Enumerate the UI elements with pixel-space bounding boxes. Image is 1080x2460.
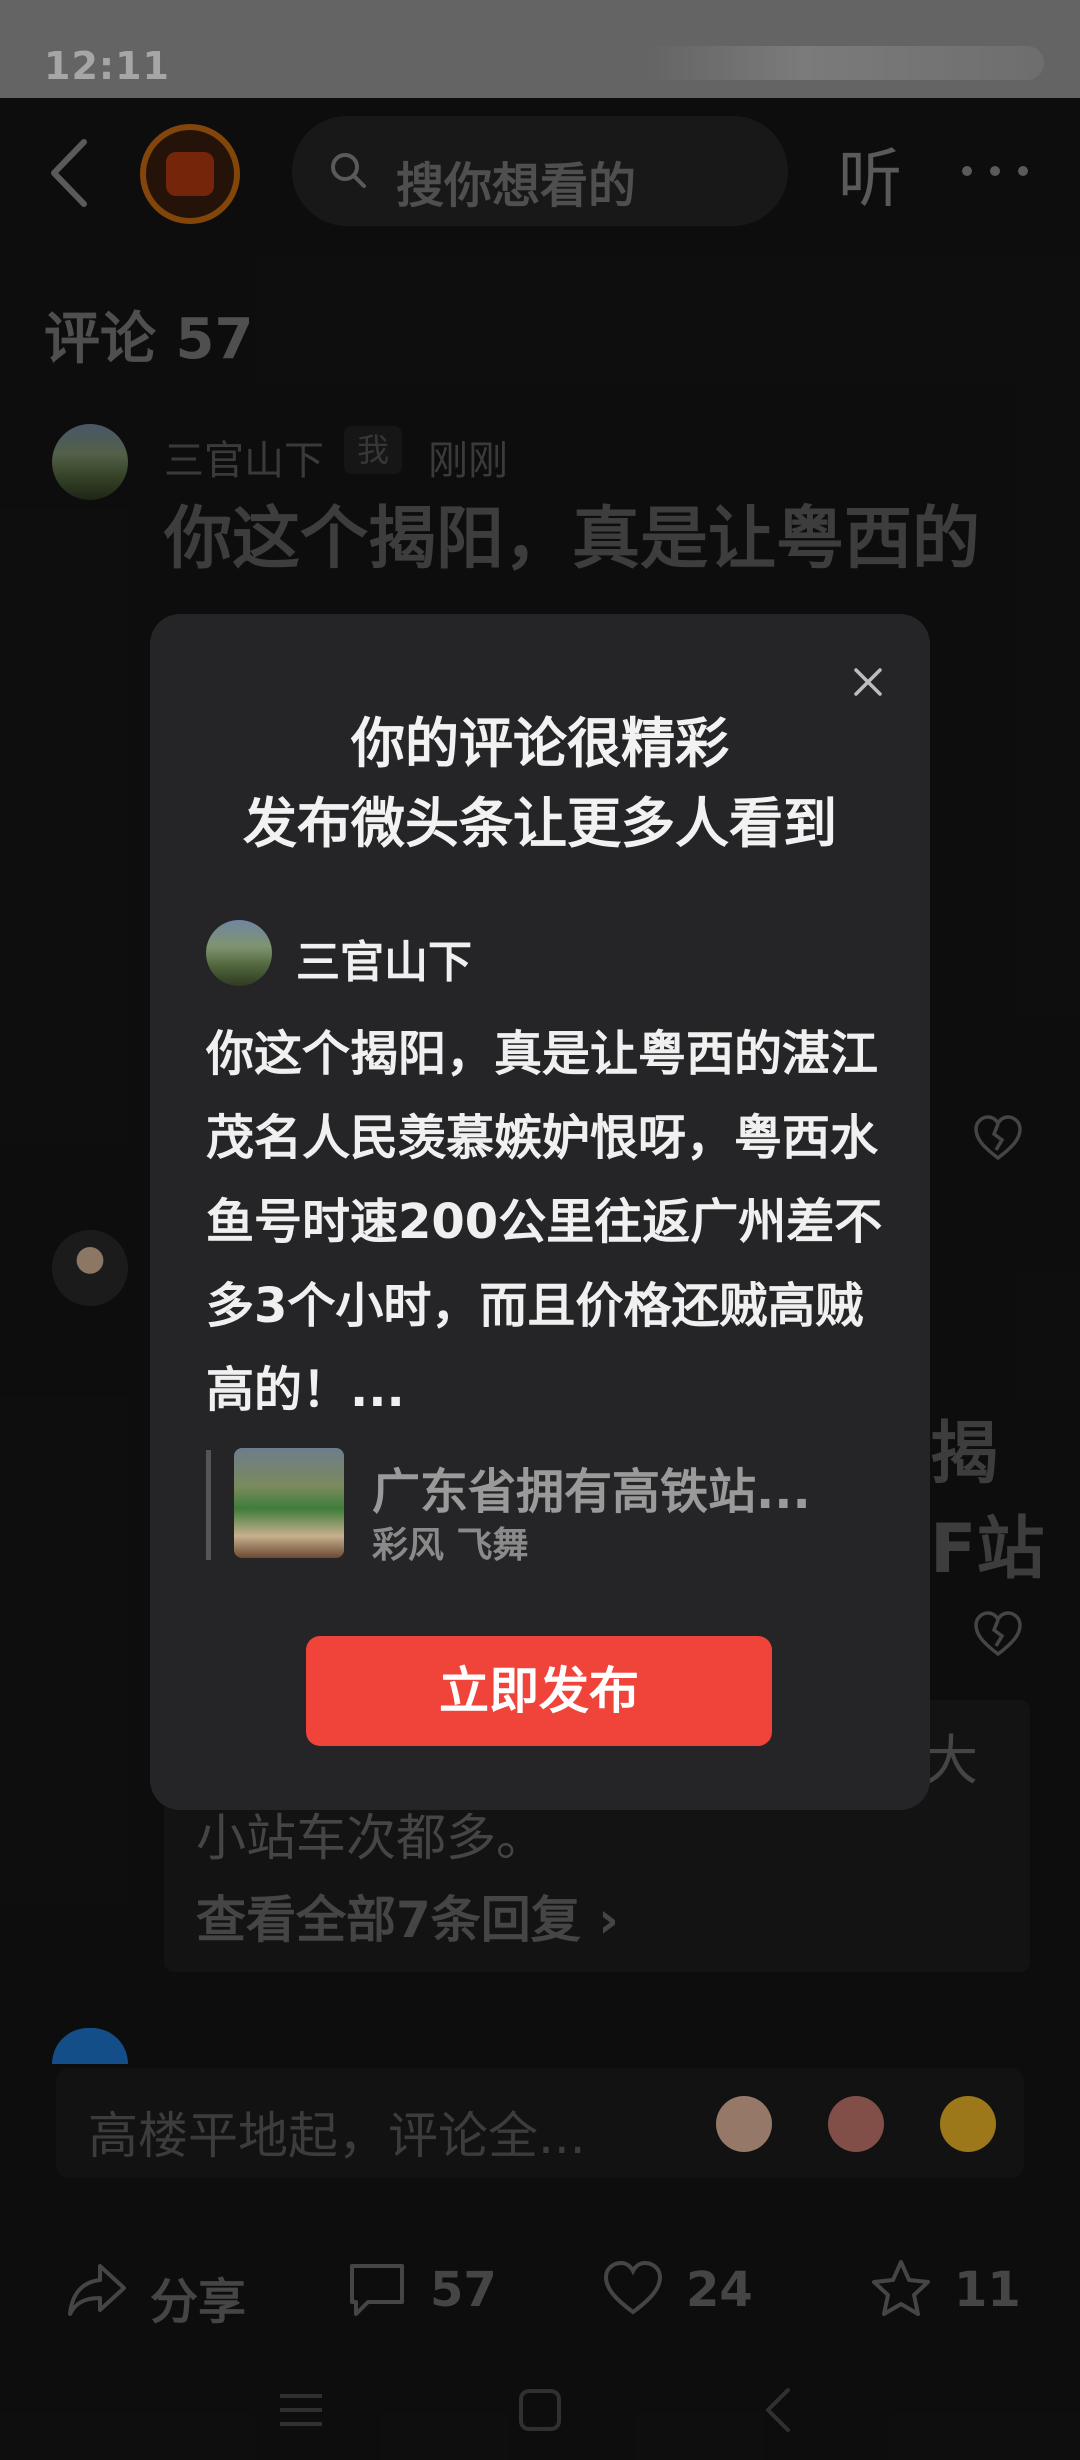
quoted-article-title: 广东省拥有高铁站...: [372, 1464, 811, 1520]
publish-button[interactable]: 立即发布: [306, 1636, 772, 1746]
author-avatar: [206, 920, 272, 986]
author-name: 三官山下: [296, 937, 472, 988]
screen: 12:11 搜你想看的 听 评论 57 三官山下 我 刚刚 你这个揭阳，真是让粤…: [0, 0, 1080, 2460]
publish-dialog: 你的评论很精彩 发布微头条让更多人看到 三官山下 你这个揭阳，真是让粤西的湛江茂…: [150, 614, 930, 1810]
dialog-title: 你的评论很精彩 发布微头条让更多人看到: [150, 704, 930, 864]
dialog-title-line1: 你的评论很精彩: [351, 712, 729, 775]
close-button[interactable]: [840, 654, 896, 710]
article-thumbnail: [234, 1448, 344, 1558]
quote-divider: [206, 1450, 211, 1560]
close-icon: [854, 668, 882, 696]
dialog-title-line2: 发布微头条让更多人看到: [243, 792, 837, 855]
comment-body: 你这个揭阳，真是让粤西的湛江茂名人民羡慕嫉妒恨呀，粤西水鱼号时速200公里往返广…: [206, 1026, 883, 1418]
quoted-article-source: 彩风 飞舞: [372, 1525, 529, 1566]
